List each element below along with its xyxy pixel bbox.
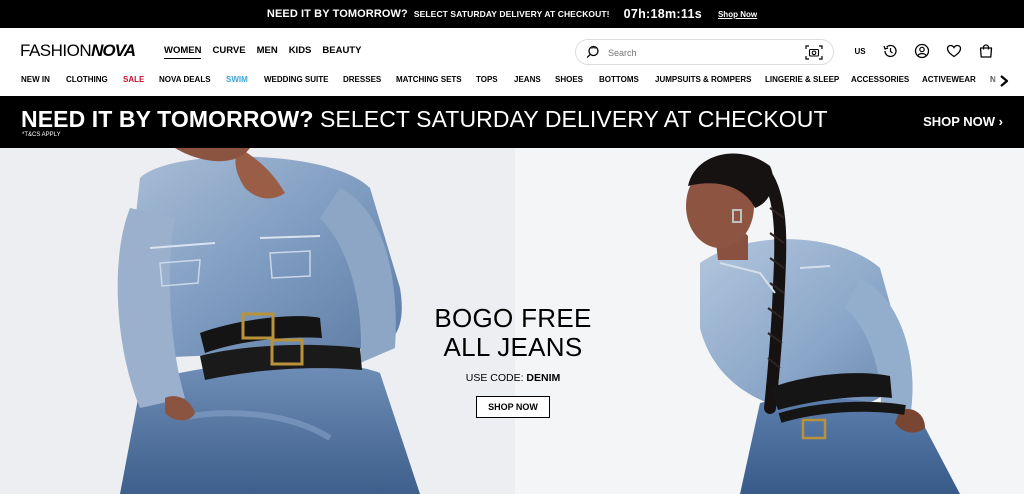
nav-item-new-in[interactable]: NEW IN [21, 75, 50, 84]
search-input[interactable] [608, 44, 788, 62]
site-header: FASHIONNOVA WOMEN CURVE MEN KIDS BEAUTY … [0, 28, 1024, 68]
nav-item-wedding-suite[interactable]: WEDDING SUITE [264, 75, 328, 84]
region-selector[interactable]: US [850, 47, 870, 56]
history-icon[interactable] [882, 43, 898, 59]
nav-item-sale[interactable]: SALE [123, 75, 144, 84]
wishlist-heart-icon[interactable] [946, 43, 962, 59]
promo-code-text: USE CODE: DENIM [465, 372, 561, 384]
header-icons: US [850, 43, 1010, 59]
nav-item-swim[interactable]: SWIM [226, 75, 248, 84]
nav-item-tops[interactable]: TOPS [476, 75, 498, 84]
hero-banner[interactable]: BOGO FREE ALL JEANS USE CODE: DENIM SHOP… [0, 148, 1024, 494]
main-category-tabs: WOMEN CURVE MEN KIDS BEAUTY [164, 45, 361, 59]
tab-curve[interactable]: CURVE [212, 45, 245, 59]
announcement-shop-now-link[interactable]: Shop Now [718, 10, 757, 19]
delivery-promo-banner[interactable]: NEED IT BY TOMORROW? SELECT SATURDAY DEL… [0, 96, 1024, 148]
nav-item-clothing[interactable]: CLOTHING [66, 75, 108, 84]
search-bar [575, 39, 834, 65]
nav-item-jumpsuits-rompers[interactable]: JUMPSUITS & ROMPERS [655, 75, 751, 84]
hero-shop-now-button[interactable]: SHOP NOW [476, 396, 550, 418]
nav-item-jeans[interactable]: JEANS [514, 75, 541, 84]
camera-search-icon[interactable] [805, 44, 823, 61]
countdown-timer: 07h:18m:11s [623, 7, 702, 21]
hero-offer: BOGO FREE ALL JEANS USE CODE: DENIM SHOP… [408, 304, 618, 418]
promo-code: DENIM [526, 372, 561, 384]
promo-shop-now-button[interactable]: SHOP NOW › [923, 114, 1003, 129]
category-nav: NEW IN CLOTHING SALE NOVA DEALS SWIM WED… [0, 70, 1024, 92]
announcement-headline: NEED IT BY TOMORROW? [266, 8, 408, 20]
tab-beauty[interactable]: BEAUTY [322, 45, 361, 59]
announcement-bar: NEED IT BY TOMORROW? SELECT SATURDAY DEL… [0, 0, 1024, 28]
hero-headline-line1: BOGO FREE [434, 303, 592, 333]
nav-item-nova-deals[interactable]: NOVA DEALS [159, 75, 211, 84]
nav-item-bottoms[interactable]: BOTTOMS [599, 75, 639, 84]
nav-scroll-right-icon[interactable] [998, 74, 1010, 88]
promo-headline: NEED IT BY TOMORROW? SELECT SATURDAY DEL… [21, 106, 828, 132]
tab-men[interactable]: MEN [257, 45, 278, 59]
nav-item-shoes[interactable]: SHOES [555, 75, 583, 84]
fashion-nova-logo[interactable]: FASHIONNOVA [20, 42, 136, 60]
shopping-bag-icon[interactable] [978, 43, 994, 59]
announcement-subtext: SELECT SATURDAY DELIVERY AT CHECKOUT! [413, 9, 610, 19]
promo-terms: *T&CS APPLY [22, 132, 61, 138]
nav-item-matching-sets[interactable]: MATCHING SETS [396, 75, 462, 84]
tab-women[interactable]: WOMEN [164, 45, 202, 59]
nav-item-activewear[interactable]: ACTIVEWEAR [922, 75, 976, 84]
search-icon[interactable] [585, 44, 601, 60]
account-icon[interactable] [914, 43, 930, 59]
nav-item-dresses[interactable]: DRESSES [343, 75, 381, 84]
tab-kids[interactable]: KIDS [289, 45, 312, 59]
nav-item-accessories[interactable]: ACCESSORIES [851, 75, 909, 84]
nav-item-lingerie-sleep[interactable]: LINGERIE & SLEEP [765, 75, 839, 84]
hero-headline-line2: ALL JEANS [443, 332, 583, 362]
